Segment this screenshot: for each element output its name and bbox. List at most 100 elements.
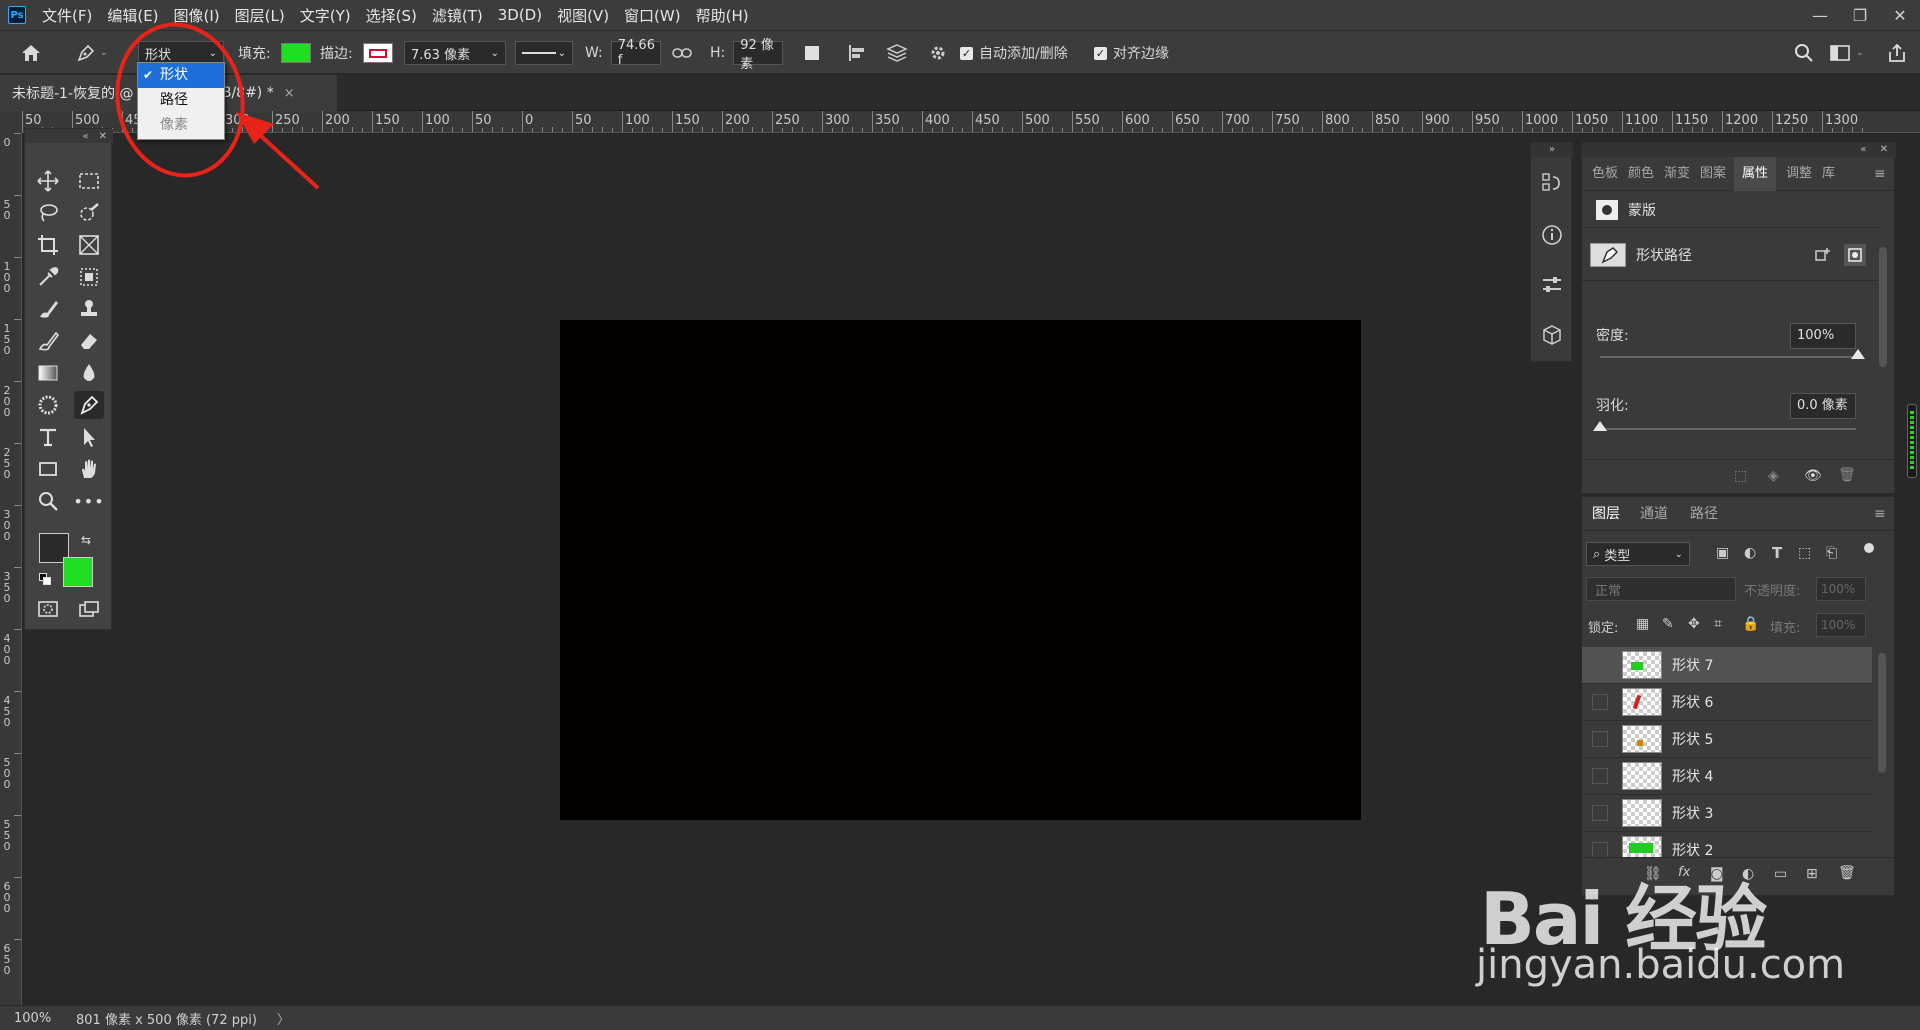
eraser-tool-icon[interactable] xyxy=(74,327,104,355)
layer-filter-select[interactable]: ⌕ 类型 ⌄ xyxy=(1586,542,1690,566)
background-color-swatch[interactable] xyxy=(63,557,93,587)
home-icon[interactable] xyxy=(20,31,42,75)
menu-select[interactable]: 选择(S) xyxy=(366,5,417,26)
layers-scrollbar[interactable] xyxy=(1878,653,1886,773)
restore-icon[interactable]: ❐ xyxy=(1840,0,1880,30)
menu-layer[interactable]: 图层(L) xyxy=(235,5,285,26)
opacity-field[interactable]: 100% xyxy=(1816,577,1866,601)
menu-window[interactable]: 窗口(W) xyxy=(624,5,681,26)
document-canvas[interactable] xyxy=(560,320,1361,820)
eye-icon[interactable]: 👁 xyxy=(1804,468,1822,484)
filter-type-icon[interactable]: T xyxy=(1772,544,1782,562)
horizontal-ruler[interactable]: 50 500 450 50 300 250 200 150 100 500 50 100 150 200 2… xyxy=(22,111,1920,133)
status-menu-arrow-icon[interactable]: 〉 xyxy=(277,1009,290,1028)
density-slider-track[interactable] xyxy=(1600,356,1856,358)
path-alignment-icon[interactable] xyxy=(847,31,867,75)
mode-option-shape[interactable]: ✔ 形状 xyxy=(138,63,224,88)
layer-visibility-toggle[interactable] xyxy=(1592,768,1608,784)
crop-tool-icon[interactable] xyxy=(33,231,63,259)
layer-visibility-toggle[interactable] xyxy=(1592,731,1608,747)
menu-3d[interactable]: 3D(D) xyxy=(498,6,542,24)
tab-channels[interactable]: 通道 xyxy=(1640,497,1668,531)
blur-tool-icon[interactable] xyxy=(74,359,104,387)
gear-icon[interactable] xyxy=(929,31,947,75)
menu-view[interactable]: 视图(V) xyxy=(557,5,609,26)
add-to-shape-icon[interactable] xyxy=(1812,244,1834,266)
properties-scrollbar[interactable] xyxy=(1879,247,1887,367)
density-slider-thumb[interactable] xyxy=(1851,349,1865,359)
filter-smart-object-icon[interactable]: ⎗ xyxy=(1826,545,1837,561)
more-tools-icon[interactable]: ••• xyxy=(73,487,104,515)
quick-selection-tool-icon[interactable] xyxy=(74,199,104,227)
collapse-icon[interactable]: « xyxy=(1860,144,1866,155)
close-tab-icon[interactable]: × xyxy=(284,86,295,101)
move-tool-icon[interactable] xyxy=(33,167,63,195)
feather-field[interactable]: 0.0 像素 xyxy=(1790,393,1856,419)
close-icon[interactable]: ✕ xyxy=(99,131,107,142)
layer-row[interactable]: 形状 5 xyxy=(1582,721,1872,758)
zoom-tool-icon[interactable] xyxy=(33,487,63,515)
lock-transparent-icon[interactable]: ▦ xyxy=(1636,616,1649,632)
layer-visibility-toggle[interactable] xyxy=(1592,805,1608,821)
lock-all-icon[interactable]: 🔒 xyxy=(1742,616,1759,632)
workspace-icon[interactable]: ⌄ xyxy=(1830,31,1864,75)
width-field[interactable]: 74.66 f xyxy=(610,38,661,68)
layer-visibility-toggle[interactable] xyxy=(1592,657,1608,673)
vector-mask-icon[interactable] xyxy=(1844,243,1866,266)
3d-panel-icon[interactable] xyxy=(1540,323,1564,347)
tab-paths[interactable]: 路径 xyxy=(1690,497,1718,531)
filter-shape-icon[interactable]: ⬚ xyxy=(1798,545,1811,561)
tab-layers[interactable]: 图层 xyxy=(1592,497,1620,531)
layer-row[interactable]: 形状 6 xyxy=(1582,684,1872,721)
clone-stamp-icon[interactable] xyxy=(74,295,104,323)
gradient-tool-icon[interactable] xyxy=(33,359,63,387)
type-tool-icon[interactable] xyxy=(33,423,63,451)
auto-add-delete-checkbox[interactable]: ✓ 自动添加/删除 xyxy=(960,31,1068,75)
frame-tool-icon[interactable] xyxy=(74,231,104,259)
spot-healing-icon[interactable] xyxy=(74,263,104,291)
close-window-icon[interactable]: ✕ xyxy=(1880,0,1920,30)
screen-mode-icon[interactable] xyxy=(74,595,104,623)
path-operations-icon[interactable] xyxy=(805,31,819,75)
zoom-level[interactable]: 100% xyxy=(14,1011,64,1026)
history-panel-icon[interactable] xyxy=(1540,171,1564,195)
feather-slider-thumb[interactable] xyxy=(1593,421,1607,431)
stroke-width-field[interactable]: 7.63 像素 ⌄ xyxy=(404,41,506,65)
default-colors-icon[interactable] xyxy=(39,573,51,585)
lock-artboard-icon[interactable]: ⌗ xyxy=(1714,616,1722,632)
load-selection-icon[interactable]: ⬚ xyxy=(1734,468,1747,484)
stroke-color-swatch[interactable] xyxy=(362,43,393,63)
layer-row[interactable]: 形状 7 xyxy=(1582,647,1872,684)
lasso-tool-icon[interactable] xyxy=(33,199,63,227)
close-icon[interactable]: ✕ xyxy=(1880,144,1888,155)
panel-menu-icon[interactable]: ≡ xyxy=(1874,157,1886,191)
height-field[interactable]: 92 像素 xyxy=(733,38,784,72)
brush-tool-icon[interactable] xyxy=(33,295,63,323)
share-icon[interactable] xyxy=(1887,31,1907,75)
history-brush-icon[interactable] xyxy=(33,327,63,355)
apply-mask-icon[interactable]: ◈ xyxy=(1768,468,1779,484)
menu-edit[interactable]: 编辑(E) xyxy=(107,5,158,26)
lock-image-icon[interactable]: ✎ xyxy=(1662,616,1674,632)
quick-mask-icon[interactable] xyxy=(33,595,63,623)
mode-option-path[interactable]: 路径 xyxy=(138,88,224,113)
blend-mode-select[interactable]: 正常 xyxy=(1586,577,1736,601)
panel-menu-icon[interactable]: ≡ xyxy=(1874,497,1886,531)
pen-tool-icon[interactable] xyxy=(74,391,104,419)
layer-visibility-toggle[interactable] xyxy=(1592,694,1608,710)
layer-visibility-toggle[interactable] xyxy=(1592,842,1608,857)
link-icon[interactable] xyxy=(672,31,692,75)
canvas-scroll-indicator[interactable] xyxy=(1907,404,1917,478)
fill-color-swatch[interactable] xyxy=(280,43,311,63)
tab-swatches[interactable]: 色板 xyxy=(1592,157,1618,191)
stroke-style-select[interactable]: ⌄ xyxy=(515,41,573,65)
path-selection-tool-icon[interactable] xyxy=(74,423,104,451)
tab-properties[interactable]: 属性 xyxy=(1734,157,1777,191)
layer-row[interactable]: 形状 3 xyxy=(1582,795,1872,832)
tab-gradient[interactable]: 渐变 xyxy=(1664,157,1690,191)
density-field[interactable]: 100% xyxy=(1790,323,1856,349)
expand-panels-icon[interactable]: » xyxy=(1531,143,1573,157)
path-arrangement-icon[interactable] xyxy=(885,31,909,75)
trash-icon[interactable]: 🗑 xyxy=(1838,467,1856,483)
menu-help[interactable]: 帮助(H) xyxy=(696,5,749,26)
